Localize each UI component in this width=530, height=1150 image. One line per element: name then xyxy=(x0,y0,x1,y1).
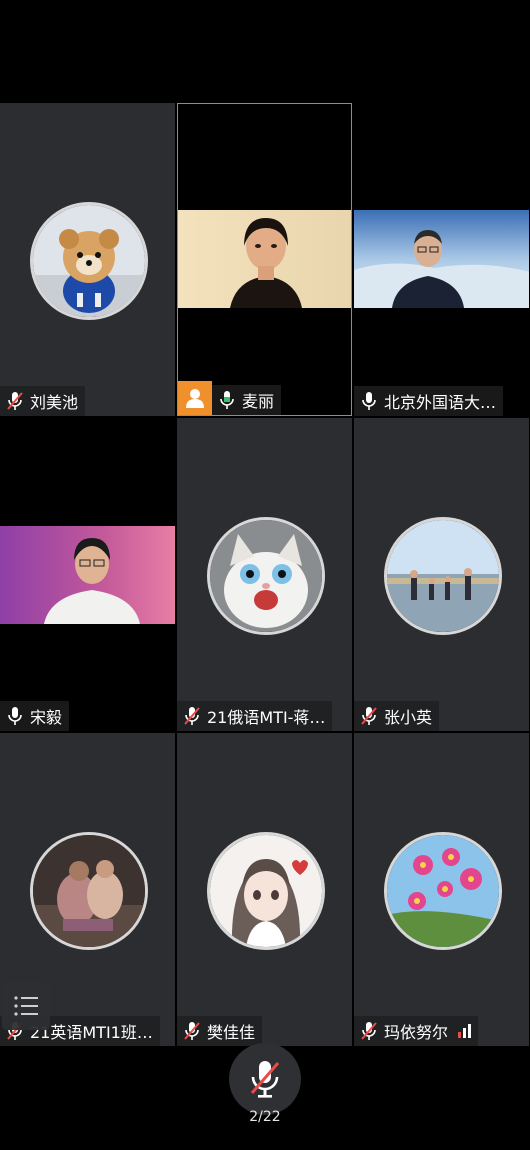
participant-name: 麦丽 xyxy=(242,392,275,411)
participant-label: 张小英 xyxy=(354,701,440,731)
participant-label: 玛依努尔 xyxy=(354,1016,479,1046)
page-indicator: 2/22 xyxy=(249,1109,281,1125)
beach-family-avatar xyxy=(383,516,502,635)
mic-on-icon xyxy=(362,392,376,410)
mic-active-icon xyxy=(220,391,234,409)
participant-name: 樊佳佳 xyxy=(207,1023,256,1042)
participant-name: 张小英 xyxy=(384,708,433,727)
cat-avatar xyxy=(206,516,325,635)
participant-label: 北京外国语大… xyxy=(354,386,504,416)
participant-name: 北京外国语大… xyxy=(384,393,497,412)
participant-tile-8[interactable]: 樊佳佳 xyxy=(177,733,352,1046)
participant-tile-5[interactable]: 21俄语MTI-蒋… xyxy=(177,418,352,731)
video-feed xyxy=(178,210,351,308)
participant-name: 刘美池 xyxy=(30,393,79,412)
anime-girl-avatar xyxy=(206,831,325,950)
mic-muted-icon xyxy=(184,1022,200,1040)
participant-name: 宋毅 xyxy=(30,708,63,727)
participant-tile-6[interactable]: 张小英 xyxy=(354,418,529,731)
mic-muted-icon xyxy=(250,1061,280,1098)
participant-label: 刘美池 xyxy=(0,386,86,416)
participant-name: 玛依努尔 xyxy=(384,1023,449,1042)
video-feed xyxy=(354,210,529,308)
list-icon xyxy=(14,996,38,1016)
host-person-icon xyxy=(186,389,204,408)
participant-tile-4[interactable]: 宋毅 xyxy=(0,418,175,731)
video-feed xyxy=(0,526,175,624)
participant-label: 麦丽 xyxy=(212,385,282,415)
pomeranian-dog-avatar xyxy=(29,201,148,320)
participant-list-button[interactable] xyxy=(2,982,50,1030)
participant-tile-9[interactable]: 玛依努尔 xyxy=(354,733,529,1046)
mic-muted-icon xyxy=(184,707,200,725)
participant-tile-2[interactable]: 麦丽 xyxy=(177,103,352,416)
cosmos-flowers-avatar xyxy=(383,831,502,950)
participant-label: 樊佳佳 xyxy=(177,1016,263,1046)
mic-muted-icon xyxy=(7,392,23,410)
people-photo-avatar xyxy=(29,831,148,950)
mic-muted-icon xyxy=(361,707,377,725)
mic-on-icon xyxy=(8,707,22,725)
mic-muted-icon xyxy=(361,1022,377,1040)
host-badge xyxy=(178,381,212,415)
participant-grid: 刘美池 麦丽 北京外国语大… 宋毅 21俄语MTI-蒋… 张小英 21英语MTI… xyxy=(0,103,530,1046)
participant-tile-1[interactable]: 刘美池 xyxy=(0,103,175,416)
participant-label: 宋毅 xyxy=(0,701,70,731)
participant-name: 21俄语MTI-蒋… xyxy=(207,708,326,727)
participant-label: 21俄语MTI-蒋… xyxy=(177,701,333,731)
signal-strength-icon xyxy=(458,1024,472,1038)
toggle-mic-button[interactable] xyxy=(229,1043,301,1115)
participant-tile-3[interactable]: 北京外国语大… xyxy=(354,103,529,416)
